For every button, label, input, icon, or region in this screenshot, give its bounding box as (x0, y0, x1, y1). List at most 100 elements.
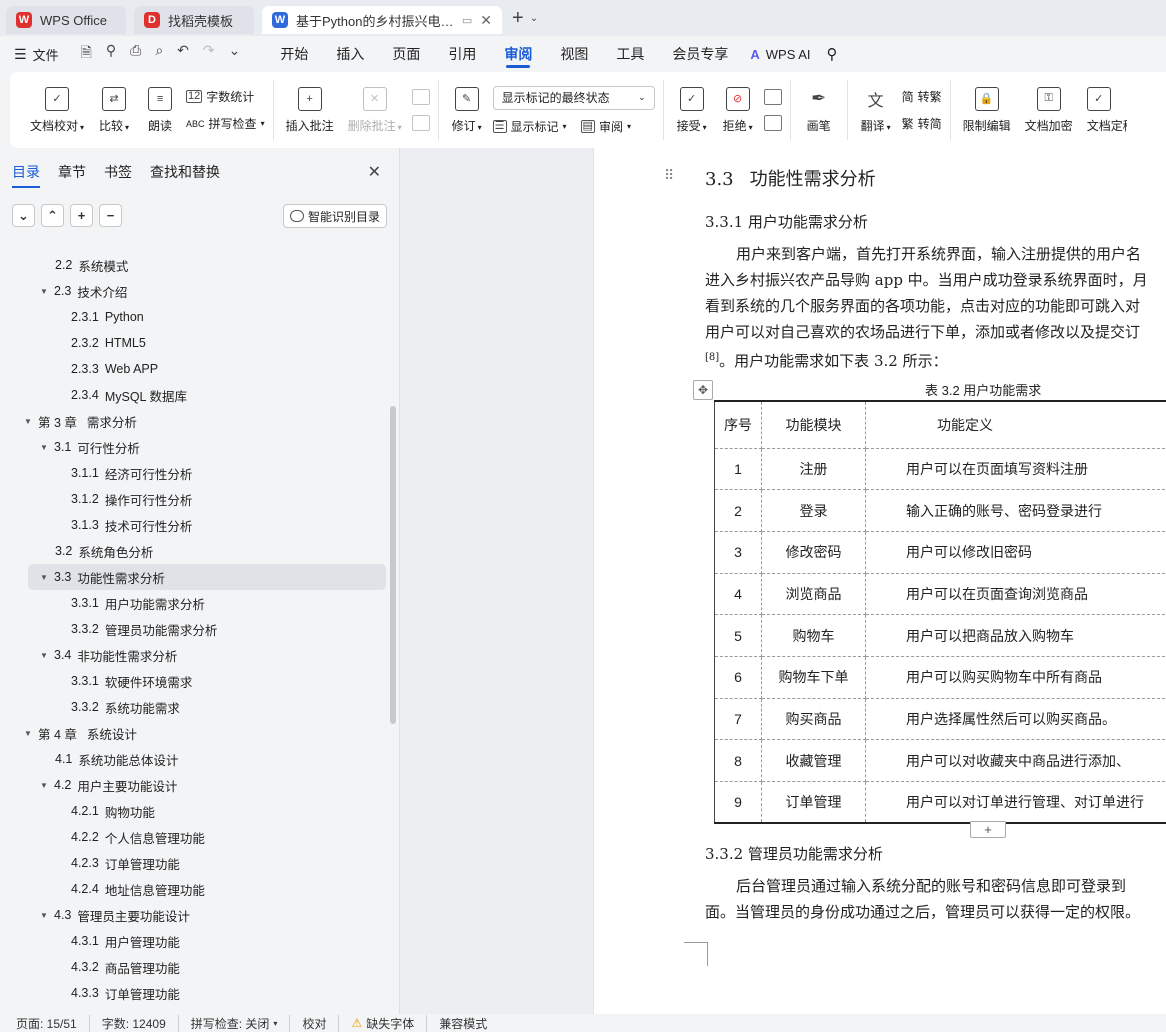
search-icon[interactable]: ⚲ (827, 45, 838, 63)
menu-home[interactable]: 开始 (280, 36, 308, 72)
save-icon[interactable]: 🗎 (81, 42, 92, 66)
toc-item[interactable]: 3.1.3 技术可行性分析 (0, 512, 192, 538)
word-count-button[interactable]: 12 字数统计 (186, 88, 265, 105)
expand-arrow-icon[interactable]: ▼ (40, 443, 54, 452)
nav-tab-bookmarks[interactable]: 书签 (104, 162, 132, 182)
toc-item[interactable]: 4.2.4 地址信息管理功能 (0, 876, 205, 902)
show-marks-button[interactable]: ☰ 显示标记 ▾ (492, 118, 567, 135)
toc-scrollbar[interactable] (390, 406, 396, 724)
doc-check-button[interactable]: ✓ 文档校对 ▾ (26, 86, 88, 134)
toc-item[interactable]: ▼ 第 4 章系统设计 (0, 720, 137, 746)
add-heading-icon[interactable]: + (70, 204, 93, 227)
toc-item[interactable]: ▼ 3.4 非功能性需求分析 (0, 642, 177, 668)
table-cell[interactable]: 用户可以在页面查询浏览商品 (865, 572, 1166, 616)
table-cell[interactable]: 修改密码 (761, 530, 866, 574)
menu-page[interactable]: 页面 (392, 36, 420, 72)
expand-arrow-icon[interactable]: ▼ (40, 651, 54, 660)
table-cell[interactable]: 用户可以在页面填写资料注册 (865, 447, 1166, 491)
next-comment-icon[interactable] (411, 115, 430, 131)
previous-comment-icon[interactable] (411, 89, 430, 105)
status-word-count[interactable]: 字数: 12409 (90, 1014, 179, 1032)
add-row-icon[interactable]: + (970, 821, 1006, 838)
spell-check-button[interactable]: ABC 拼写检查 ▾ (186, 115, 265, 132)
table-cell[interactable]: 9 (714, 781, 762, 825)
toc-item[interactable]: ▼ 4.2 用户主要功能设计 (0, 772, 177, 798)
encrypt-button[interactable]: ⚿ 文档加密 (1021, 86, 1077, 134)
toc-item[interactable]: ▼ 2.3 技术介绍 (0, 278, 127, 304)
table-cell[interactable]: 订单管理 (761, 781, 866, 825)
menu-insert[interactable]: 插入 (336, 36, 364, 72)
toc-item[interactable]: ▼ 第 3 章需求分析 (0, 408, 137, 434)
delete-comment-button[interactable]: ✕ 删除批注 ▾ (344, 86, 406, 134)
compare-button[interactable]: ⇄ 比较 ▾ (94, 86, 134, 134)
table-cell[interactable]: 输入正确的账号、密码登录进行 (865, 489, 1166, 532)
nav-tab-toc[interactable]: 目录 (12, 162, 40, 188)
toc-item[interactable]: 4.2.2 个人信息管理功能 (0, 824, 205, 850)
restrict-edit-button[interactable]: 🔒 限制编辑 (959, 86, 1015, 134)
table-cell[interactable]: 用户可以购买购物车中所有商品 (865, 655, 1166, 699)
expand-arrow-icon[interactable]: ▼ (40, 573, 54, 582)
track-changes-button[interactable]: ✎ 修订 ▾ (447, 86, 487, 134)
expand-arrow-icon[interactable]: ▼ (24, 417, 38, 426)
toc-item[interactable]: 4.2.1 购物功能 (0, 798, 155, 824)
chevron-down-icon[interactable]: ⌄ (229, 42, 241, 66)
table-cell[interactable]: 4 (714, 572, 762, 616)
table-cell[interactable]: 1 (714, 447, 762, 491)
translate-button[interactable]: 文 翻译 ▾ (856, 87, 896, 134)
insert-comment-button[interactable]: + 插入批注 (282, 86, 338, 134)
redo-icon[interactable]: ↷ (203, 42, 215, 66)
table-cell[interactable]: 5 (714, 614, 762, 657)
smart-toc-button[interactable]: 智能识别目录 (283, 204, 388, 228)
review-pane-button[interactable]: ▤ 审阅 ▾ (580, 118, 631, 135)
collapse-up-icon[interactable]: ⌃ (41, 204, 64, 227)
toc-item[interactable]: 2.3.4 MySQL 数据库 (0, 382, 187, 408)
close-tab-icon[interactable]: ✕ (480, 12, 492, 29)
toc-item[interactable]: 3.3.2 系统功能需求 (0, 694, 180, 720)
chevron-down-icon[interactable]: ⌄ (530, 13, 538, 24)
toc-item[interactable]: 3.3.2 管理员功能需求分析 (0, 616, 217, 642)
toc-item[interactable]: 4.3.3 订单管理功能 (0, 980, 180, 1006)
toc-item[interactable]: ▼ 3.3 功能性需求分析 (28, 564, 386, 590)
table-cell[interactable]: 用户可以对订单进行管理、对订单进行 (865, 781, 1166, 825)
expand-arrow-icon[interactable]: ▼ (40, 911, 54, 920)
new-tab-icon[interactable]: + (512, 7, 524, 30)
toc-item[interactable]: 4.1 系统功能总体设计 (0, 746, 178, 772)
print-icon[interactable]: ⎙ (130, 42, 141, 66)
table-move-icon[interactable]: ✥ (693, 380, 713, 400)
table-cell[interactable]: 用户可以修改旧密码 (865, 530, 1166, 574)
toc-item[interactable]: ▼ 4.3 管理员主要功能设计 (0, 902, 190, 928)
table-cell[interactable]: 登录 (761, 489, 866, 532)
menu-references[interactable]: 引用 (448, 36, 476, 72)
table-cell[interactable]: 注册 (761, 447, 866, 491)
toc-item[interactable]: 3.3.1 用户功能需求分析 (0, 590, 205, 616)
table-cell[interactable]: 浏览商品 (761, 572, 866, 616)
pen-button[interactable]: ✒ 画笔 (799, 87, 839, 134)
table-cell[interactable]: 用户可以把商品放入购物车 (865, 614, 1166, 657)
tab-document[interactable]: W 基于Python的乡村振兴电商导购 ▭ ✕ (262, 6, 502, 34)
toc-item[interactable]: 2.3.3 Web APP (0, 356, 158, 382)
table-cell[interactable]: 2 (714, 489, 762, 532)
status-spell-check[interactable]: 拼写检查: 关闭 ▾ (179, 1014, 291, 1032)
menu-view[interactable]: 视图 (560, 36, 588, 72)
toc-item[interactable]: ▼ 3.1 可行性分析 (0, 434, 140, 460)
menu-review[interactable]: 审阅 (504, 36, 532, 72)
tab-template[interactable]: D 找稻壳模板 (134, 6, 254, 34)
table-cell[interactable]: 7 (714, 697, 762, 741)
expand-arrow-icon[interactable]: ▼ (40, 781, 54, 790)
status-page[interactable]: 页面: 15/51 (16, 1014, 90, 1032)
to-traditional-button[interactable]: 简转繁 (902, 88, 942, 105)
expand-down-icon[interactable]: ⌄ (12, 204, 35, 227)
toc-item[interactable]: 2.3.2 HTML5 (0, 330, 146, 356)
toc-item[interactable]: 3.1.1 经济可行性分析 (0, 460, 192, 486)
hamburger-icon[interactable]: ☰ (14, 46, 27, 63)
share-icon[interactable]: ⚲ (106, 42, 116, 66)
read-aloud-button[interactable]: ≡ 朗读 (140, 86, 180, 134)
to-simplified-button[interactable]: 繁转简 (902, 115, 942, 132)
finalize-button[interactable]: ✓ 文档定稿 (1083, 86, 1127, 134)
toc-item[interactable]: 4.3.2 商品管理功能 (0, 954, 180, 980)
display-state-dropdown[interactable]: 显示标记的最终状态 ⌄ (492, 85, 655, 110)
table-cell[interactable]: 8 (714, 739, 762, 782)
print-preview-icon[interactable]: ⌕ (155, 42, 163, 66)
table-cell[interactable]: 购物车下单 (761, 655, 866, 699)
table-cell[interactable]: 购物车 (761, 614, 866, 657)
